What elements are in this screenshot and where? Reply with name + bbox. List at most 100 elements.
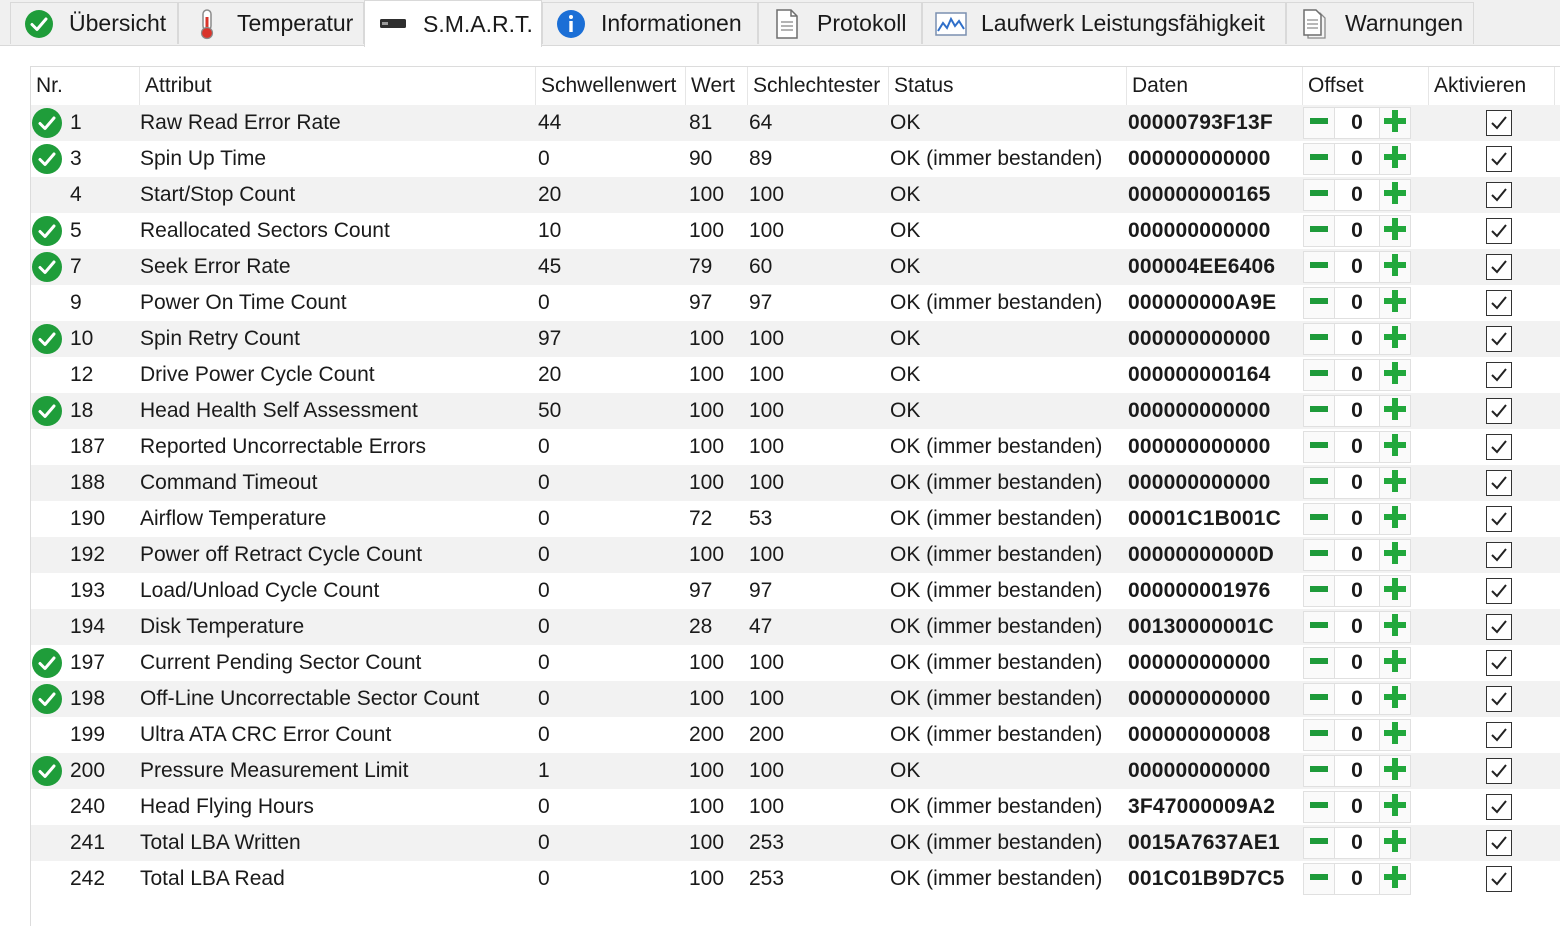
activate-checkbox[interactable]: [1486, 573, 1526, 609]
activate-checkbox[interactable]: [1486, 141, 1526, 177]
offset-increment-button[interactable]: [1379, 287, 1411, 319]
offset-value[interactable]: 0: [1335, 683, 1379, 715]
activate-checkbox[interactable]: [1486, 285, 1526, 321]
table-row[interactable]: 192 Power off Retract Cycle Count 0 100 100 O…: [31, 537, 1560, 573]
offset-decrement-button[interactable]: [1303, 251, 1335, 283]
offset-increment-button[interactable]: [1379, 503, 1411, 535]
offset-decrement-button[interactable]: [1303, 503, 1335, 535]
table-row[interactable]: 4 Start/Stop Count 20 100 100 OK 000000000165 0: [31, 177, 1560, 213]
offset-increment-button[interactable]: [1379, 539, 1411, 571]
offset-decrement-button[interactable]: [1303, 863, 1335, 895]
offset-decrement-button[interactable]: [1303, 431, 1335, 463]
offset-value[interactable]: 0: [1335, 431, 1379, 463]
activate-checkbox[interactable]: [1486, 753, 1526, 789]
offset-decrement-button[interactable]: [1303, 323, 1335, 355]
offset-value[interactable]: 0: [1335, 287, 1379, 319]
activate-checkbox[interactable]: [1486, 861, 1526, 897]
offset-increment-button[interactable]: [1379, 683, 1411, 715]
offset-increment-button[interactable]: [1379, 431, 1411, 463]
offset-value[interactable]: 0: [1335, 107, 1379, 139]
activate-checkbox[interactable]: [1486, 717, 1526, 753]
offset-value[interactable]: 0: [1335, 467, 1379, 499]
activate-checkbox[interactable]: [1486, 825, 1526, 861]
tab-temperatur[interactable]: Temperatur: [178, 2, 364, 44]
activate-checkbox[interactable]: [1486, 393, 1526, 429]
table-row[interactable]: 242 Total LBA Read 0 100 253 OK (immer bestan…: [31, 861, 1560, 897]
activate-checkbox[interactable]: [1486, 249, 1526, 285]
activate-checkbox[interactable]: [1486, 501, 1526, 537]
offset-increment-button[interactable]: [1379, 107, 1411, 139]
tab-uebersicht[interactable]: Übersicht: [10, 2, 178, 44]
table-row[interactable]: 187 Reported Uncorrectable Errors 0 100 100 O…: [31, 429, 1560, 465]
offset-value[interactable]: 0: [1335, 575, 1379, 607]
activate-checkbox[interactable]: [1486, 357, 1526, 393]
offset-decrement-button[interactable]: [1303, 719, 1335, 751]
offset-decrement-button[interactable]: [1303, 683, 1335, 715]
tab-protokoll[interactable]: Protokoll: [758, 2, 922, 44]
offset-value[interactable]: 0: [1335, 359, 1379, 391]
activate-checkbox[interactable]: [1486, 681, 1526, 717]
activate-checkbox[interactable]: [1486, 321, 1526, 357]
activate-checkbox[interactable]: [1486, 789, 1526, 825]
table-row[interactable]: 3 Spin Up Time 0 90 89 OK (immer bestanden) 00…: [31, 141, 1560, 177]
table-row[interactable]: 241 Total LBA Written 0 100 253 OK (immer bes…: [31, 825, 1560, 861]
offset-increment-button[interactable]: [1379, 323, 1411, 355]
column-header-daten[interactable]: Daten: [1127, 67, 1303, 105]
table-row[interactable]: 7 Seek Error Rate 45 79 60 OK 000004EE6406 0: [31, 249, 1560, 285]
offset-decrement-button[interactable]: [1303, 791, 1335, 823]
table-row[interactable]: 12 Drive Power Cycle Count 20 100 100 OK 00000…: [31, 357, 1560, 393]
offset-increment-button[interactable]: [1379, 575, 1411, 607]
offset-increment-button[interactable]: [1379, 719, 1411, 751]
offset-decrement-button[interactable]: [1303, 107, 1335, 139]
offset-value[interactable]: 0: [1335, 755, 1379, 787]
activate-checkbox[interactable]: [1486, 645, 1526, 681]
offset-value[interactable]: 0: [1335, 143, 1379, 175]
offset-increment-button[interactable]: [1379, 143, 1411, 175]
offset-decrement-button[interactable]: [1303, 287, 1335, 319]
offset-decrement-button[interactable]: [1303, 755, 1335, 787]
offset-value[interactable]: 0: [1335, 323, 1379, 355]
offset-value[interactable]: 0: [1335, 539, 1379, 571]
column-header-wert[interactable]: Wert: [686, 67, 748, 105]
table-row[interactable]: 188 Command Timeout 0 100 100 OK (immer besta…: [31, 465, 1560, 501]
table-row[interactable]: 193 Load/Unload Cycle Count 0 97 97 OK (immer…: [31, 573, 1560, 609]
offset-decrement-button[interactable]: [1303, 539, 1335, 571]
activate-checkbox[interactable]: [1486, 105, 1526, 141]
table-row[interactable]: 197 Current Pending Sector Count 0 100 100 OK…: [31, 645, 1560, 681]
column-header-attribut[interactable]: Attribut: [140, 67, 536, 105]
table-row[interactable]: 198 Off-Line Uncorrectable Sector Count 0 1…: [31, 681, 1560, 717]
column-header-schlechtester[interactable]: Schlechtester: [748, 67, 889, 105]
tab-smart[interactable]: S.M.A.R.T.: [364, 0, 542, 47]
table-row[interactable]: 190 Airflow Temperature 0 72 53 OK (immer bes…: [31, 501, 1560, 537]
offset-value[interactable]: 0: [1335, 863, 1379, 895]
table-row[interactable]: 200 Pressure Measurement Limit 1 100 100 OK 00…: [31, 753, 1560, 789]
offset-value[interactable]: 0: [1335, 827, 1379, 859]
offset-increment-button[interactable]: [1379, 827, 1411, 859]
offset-value[interactable]: 0: [1335, 251, 1379, 283]
offset-decrement-button[interactable]: [1303, 647, 1335, 679]
activate-checkbox[interactable]: [1486, 465, 1526, 501]
column-header-schwellenwert[interactable]: Schwellenwert: [536, 67, 686, 105]
activate-checkbox[interactable]: [1486, 213, 1526, 249]
column-header-status[interactable]: Status: [889, 67, 1127, 105]
column-header-nr[interactable]: Nr.: [31, 67, 140, 105]
tab-laufwerk-leistung[interactable]: Laufwerk Leistungsfähigkeit: [922, 2, 1286, 44]
table-row[interactable]: 1 Raw Read Error Rate 44 81 64 OK 00000793F13F…: [31, 105, 1560, 141]
column-header-offset[interactable]: Offset: [1303, 67, 1429, 105]
offset-increment-button[interactable]: [1379, 359, 1411, 391]
offset-increment-button[interactable]: [1379, 251, 1411, 283]
offset-value[interactable]: 0: [1335, 179, 1379, 211]
offset-decrement-button[interactable]: [1303, 611, 1335, 643]
offset-decrement-button[interactable]: [1303, 179, 1335, 211]
column-header-aktivieren[interactable]: Aktivieren: [1429, 67, 1555, 105]
offset-increment-button[interactable]: [1379, 611, 1411, 643]
offset-value[interactable]: 0: [1335, 611, 1379, 643]
offset-decrement-button[interactable]: [1303, 827, 1335, 859]
offset-increment-button[interactable]: [1379, 395, 1411, 427]
offset-increment-button[interactable]: [1379, 179, 1411, 211]
offset-increment-button[interactable]: [1379, 755, 1411, 787]
offset-value[interactable]: 0: [1335, 719, 1379, 751]
offset-decrement-button[interactable]: [1303, 467, 1335, 499]
tab-informationen[interactable]: Informationen: [542, 2, 758, 44]
offset-value[interactable]: 0: [1335, 791, 1379, 823]
